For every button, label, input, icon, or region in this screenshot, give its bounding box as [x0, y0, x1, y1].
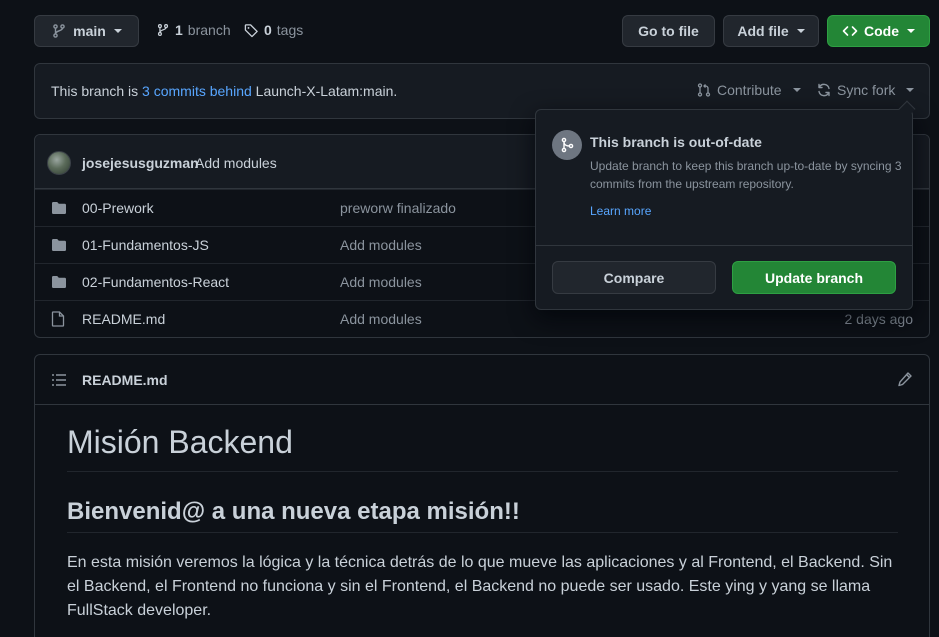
commit-author-link[interactable]: josejesusguzman	[82, 155, 199, 171]
upstream-branch-name: Launch-X-Latam:main.	[255, 83, 398, 99]
pull-request-icon	[696, 82, 712, 98]
chevron-down-icon	[792, 88, 801, 92]
sync-fork-label: Sync fork	[837, 82, 896, 98]
popover-title: This branch is out-of-date	[590, 134, 762, 150]
banner-prefix: This branch is	[51, 83, 139, 99]
branch-count: 1	[175, 22, 183, 38]
tag-icon	[244, 23, 259, 38]
branch-status-text: This branch is 3 commits behind Launch-X…	[51, 83, 397, 99]
git-branch-icon	[156, 22, 170, 38]
folder-icon	[51, 275, 67, 289]
tag-label: tags	[276, 22, 304, 38]
readme-header: README.md	[35, 355, 929, 405]
sync-fork-popover: This branch is out-of-date Update branch…	[535, 100, 916, 310]
readme-paragraph: En esta misión veremos la lógica y la té…	[67, 554, 893, 619]
file-commit-link[interactable]: Add modules	[340, 311, 422, 327]
file-icon	[51, 311, 65, 327]
contribute-dropdown[interactable]: Contribute	[696, 82, 801, 98]
chevron-down-icon	[907, 29, 915, 33]
popover-divider	[536, 245, 912, 246]
tags-link[interactable]: 0 tags	[244, 22, 303, 38]
go-to-file-button[interactable]: Go to file	[622, 15, 715, 47]
list-unordered-icon[interactable]	[51, 373, 67, 387]
sync-fork-dropdown[interactable]: Sync fork	[816, 82, 915, 98]
folder-icon	[51, 238, 67, 252]
file-name-link[interactable]: 00-Prework	[82, 200, 154, 216]
branch-label: branch	[187, 22, 231, 38]
readme-panel: README.md Misión Backend Bienvenid@ a un…	[34, 354, 930, 637]
file-date: 2 days ago	[844, 311, 914, 327]
readme-title: README.md	[82, 372, 168, 388]
readme-heading-1: Misión Backend	[67, 424, 898, 472]
go-to-file-label: Go to file	[638, 23, 699, 39]
update-branch-button[interactable]: Update branch	[732, 261, 896, 294]
sync-icon	[816, 82, 832, 98]
code-label: Code	[864, 23, 899, 39]
folder-icon	[51, 201, 67, 215]
readme-heading-2: Bienvenid@ a una nueva etapa misión!!	[67, 498, 898, 533]
file-commit-link[interactable]: Add modules	[340, 274, 422, 290]
code-icon	[842, 23, 858, 39]
file-name-link[interactable]: 02-Fundamentos-React	[82, 274, 229, 290]
contribute-label: Contribute	[717, 82, 782, 98]
file-name-link[interactable]: 01-Fundamentos-JS	[82, 237, 209, 253]
code-button[interactable]: Code	[827, 15, 930, 47]
branch-selector-button[interactable]: main	[34, 15, 139, 47]
add-file-button[interactable]: Add file	[723, 15, 819, 47]
commits-behind-link[interactable]: 3 commits behind	[142, 83, 252, 99]
git-merge-icon	[552, 130, 582, 160]
tag-count: 0	[264, 22, 272, 38]
file-commit-link[interactable]: Add modules	[340, 237, 422, 253]
compare-button[interactable]: Compare	[552, 261, 716, 294]
branches-link[interactable]: 1 branch	[156, 22, 231, 38]
avatar[interactable]	[47, 151, 71, 175]
learn-more-link[interactable]: Learn more	[590, 204, 651, 218]
chevron-down-icon	[796, 29, 805, 33]
branch-name: main	[73, 23, 106, 39]
file-name-link[interactable]: README.md	[82, 311, 165, 327]
file-commit-link[interactable]: preworw finalizado	[340, 200, 456, 216]
commit-message-link[interactable]: Add modules	[195, 155, 277, 171]
git-branch-icon	[51, 23, 67, 39]
add-file-label: Add file	[737, 23, 789, 39]
chevron-down-icon	[113, 29, 122, 33]
popover-description: Update branch to keep this branch up-to-…	[590, 159, 902, 191]
chevron-down-icon	[906, 88, 915, 92]
pencil-icon[interactable]	[897, 371, 913, 387]
